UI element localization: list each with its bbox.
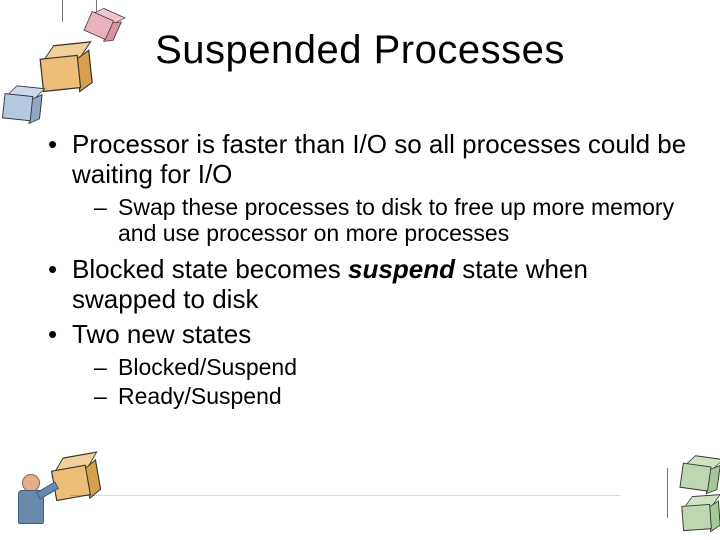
bullet-2-emph: suspend	[348, 254, 455, 284]
corner-art-bottom-left	[0, 420, 140, 540]
bullet-2: Blocked state becomes suspend state when…	[42, 255, 690, 315]
slide: Suspended Processes Processor is faster …	[0, 0, 720, 540]
bullet-3-sub-2: Ready/Suspend	[72, 383, 690, 409]
corner-art-bottom-right	[600, 440, 720, 540]
person-icon	[4, 470, 50, 540]
bullet-1-sub-1: Swap these processes to disk to free up …	[72, 194, 690, 247]
slide-title: Suspended Processes	[0, 28, 720, 73]
bullet-3-sub-1-text: Blocked/Suspend	[118, 354, 297, 380]
decorative-rule	[70, 495, 620, 496]
bullet-3-sub-1: Blocked/Suspend	[72, 354, 690, 380]
bullet-1-sub-1-text: Swap these processes to disk to free up …	[118, 194, 674, 246]
bullet-1-text: Processor is faster than I/O so all proc…	[72, 129, 686, 189]
bullet-3-text: Two new states	[72, 319, 251, 349]
bullet-3-sub-2-text: Ready/Suspend	[118, 383, 282, 409]
slide-body: Processor is faster than I/O so all proc…	[42, 130, 690, 417]
bullet-3: Two new states Blocked/Suspend Ready/Sus…	[42, 320, 690, 409]
bullet-1: Processor is faster than I/O so all proc…	[42, 130, 690, 247]
bullet-2-text-pre: Blocked state becomes	[72, 254, 348, 284]
